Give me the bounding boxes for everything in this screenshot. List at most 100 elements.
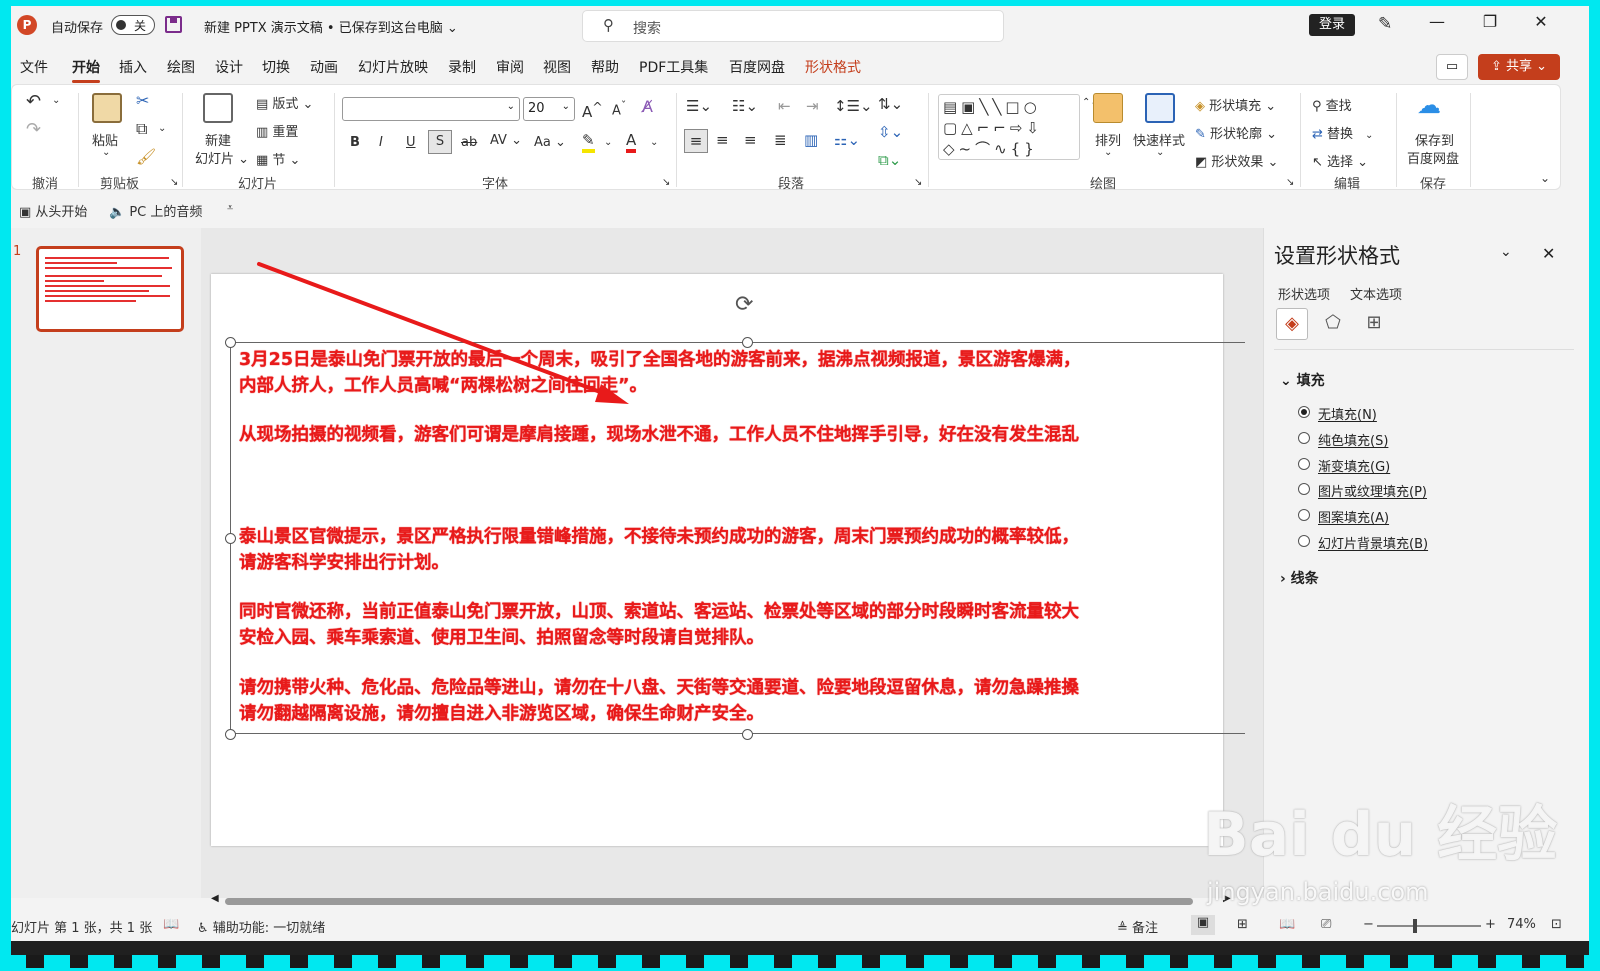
tab-shape-format[interactable]: 形状格式 xyxy=(805,57,861,77)
tab-baidu-netdisk[interactable]: 百度网盘 xyxy=(729,57,785,77)
ribbon-collapse-icon[interactable]: ⌄ xyxy=(1540,171,1550,185)
tab-shape-options[interactable]: 形状选项 xyxy=(1278,284,1330,303)
pane-options-chevron-icon[interactable]: ⌄ xyxy=(1500,244,1512,260)
normal-view-icon[interactable]: ▣ xyxy=(1191,915,1215,935)
highlight-icon[interactable]: ✎ xyxy=(582,131,595,153)
audio-button[interactable]: 🔈 PC 上的音频 xyxy=(109,201,202,220)
restore-button[interactable]: ❐ xyxy=(1467,12,1513,31)
bullets-icon[interactable]: ☰⌄ xyxy=(686,97,712,115)
fill-section-header[interactable]: ⌄ 填充 xyxy=(1280,370,1325,390)
numbering-icon[interactable]: ☷⌄ xyxy=(732,97,758,115)
highlight-dropdown-icon[interactable]: ⌄ xyxy=(604,137,612,148)
shapes-gallery[interactable]: ▤▣╲╲□○ ▢△⌐⌐⇨⇩ ◇~⌒∿{} xyxy=(938,94,1080,160)
spelling-icon[interactable]: 📖 xyxy=(163,917,179,932)
clipboard-launcher-icon[interactable]: ↘ xyxy=(170,177,178,188)
baidu-netdisk-icon[interactable]: ☁ xyxy=(1417,91,1441,119)
section-button[interactable]: ▦ 节 ⌄ xyxy=(256,149,300,168)
tab-pdf-tools[interactable]: PDF工具集 xyxy=(639,57,708,77)
tab-record[interactable]: 录制 xyxy=(448,57,476,77)
change-case-icon[interactable]: Aa ⌄ xyxy=(534,135,566,150)
drawing-launcher-icon[interactable]: ↘ xyxy=(1286,177,1294,188)
justify-icon[interactable]: ≣ xyxy=(774,131,787,149)
line-section-header[interactable]: › 线条 xyxy=(1280,568,1319,588)
pane-close-icon[interactable]: ✕ xyxy=(1542,244,1555,263)
tab-slideshow[interactable]: 幻灯片放映 xyxy=(358,57,428,77)
text-direction-icon[interactable]: ⇅⌄ xyxy=(878,95,903,113)
align-left-icon[interactable]: ≡ xyxy=(684,129,708,153)
slide-text-line[interactable]: 请勿翻越隔离设施，请勿擅自进入非游览区域，确保生命财产安全。 xyxy=(239,701,1249,727)
undo-dropdown-icon[interactable]: ⌄ xyxy=(52,95,60,106)
slide-text-line[interactable]: 内部人挤人，工作人员高喊“两棵松树之间往回走”。 xyxy=(239,373,1249,399)
designer-pen-icon[interactable]: ✎ xyxy=(1378,14,1392,34)
customize-qat-icon[interactable]: ⩡ xyxy=(227,201,233,215)
fill-line-icon[interactable]: ◈ xyxy=(1276,308,1308,340)
save-to-label-1[interactable]: 保存到 xyxy=(1415,130,1454,149)
copy-dropdown-icon[interactable]: ⌄ xyxy=(158,123,166,134)
redo-icon[interactable]: ↷ xyxy=(26,119,41,140)
tab-file[interactable]: 文件 xyxy=(20,57,48,77)
zoom-slider-thumb[interactable] xyxy=(1413,919,1417,933)
char-spacing-icon[interactable]: AV ⌄ xyxy=(490,133,522,148)
slide-sorter-icon[interactable]: ⊞ xyxy=(1237,917,1248,932)
radio-button[interactable] xyxy=(1298,535,1310,547)
underline-icon[interactable]: U xyxy=(406,135,416,150)
zoom-level[interactable]: 74% xyxy=(1507,917,1536,932)
zoom-slider[interactable] xyxy=(1377,919,1481,933)
accessibility-status[interactable]: ♿ 辅助功能: 一切就绪 xyxy=(197,917,325,936)
radio-button[interactable] xyxy=(1298,509,1310,521)
paragraph-launcher-icon[interactable]: ↘ xyxy=(914,177,922,188)
shape-effects-button[interactable]: ◩ 形状效果 ⌄ xyxy=(1195,151,1278,170)
radio-button[interactable] xyxy=(1298,458,1310,470)
paste-icon[interactable] xyxy=(92,93,122,123)
scroll-left-icon[interactable]: ◀ xyxy=(211,893,219,904)
undo-icon[interactable]: ↶ xyxy=(26,91,41,112)
login-button[interactable]: 登录 xyxy=(1309,14,1355,36)
slideshow-view-icon[interactable]: ⎚ xyxy=(1321,917,1331,932)
scrollbar-thumb[interactable] xyxy=(225,898,1193,905)
font-launcher-icon[interactable]: ↘ xyxy=(662,177,670,188)
slide-text-line[interactable]: 安检入园、乘车乘索道、使用卫生间、拍照留念等时段请自觉排队。 xyxy=(239,625,1249,651)
resize-handle[interactable] xyxy=(742,729,753,740)
notes-button[interactable]: ≜ 备注 xyxy=(1117,917,1158,936)
format-painter-icon[interactable]: 🖌 xyxy=(136,147,156,166)
copy-icon[interactable]: ⧉ xyxy=(136,119,147,139)
increase-indent-icon[interactable]: ⇥ xyxy=(806,97,819,115)
slide-text-line[interactable]: 同时官微还称，当前正值泰山免门票开放，山顶、索道站、客运站、检票处等区域的部分时… xyxy=(239,599,1249,625)
tab-transitions[interactable]: 切换 xyxy=(262,57,290,77)
autosave-toggle[interactable]: 关 xyxy=(111,15,155,35)
shape-outline-button[interactable]: ✎ 形状轮廓 ⌄ xyxy=(1195,123,1277,142)
arrange-icon[interactable] xyxy=(1093,93,1123,123)
paste-dropdown-icon[interactable]: ⌄ xyxy=(102,147,110,158)
comments-button[interactable]: ▭ xyxy=(1436,54,1468,80)
horizontal-scrollbar[interactable]: ◀ ▶ xyxy=(211,893,1235,906)
select-button[interactable]: ↖ 选择 ⌄ xyxy=(1312,151,1368,170)
from-start-button[interactable]: ▣ 从头开始 xyxy=(19,201,87,220)
tab-review[interactable]: 审阅 xyxy=(496,57,524,77)
slide-text-line[interactable]: 请游客科学安排出行计划。 xyxy=(239,550,1249,576)
clear-formatting-icon[interactable]: A̸ xyxy=(642,97,653,116)
quick-styles-icon[interactable] xyxy=(1145,93,1175,123)
find-button[interactable]: ⚲ 查找 xyxy=(1312,95,1352,114)
slide-text-line[interactable]: 泰山景区官微提示，景区严格执行限量错峰措施，不接待未预约成功的游客，周末门票预约… xyxy=(239,524,1249,550)
tab-home[interactable]: 开始 xyxy=(72,57,100,83)
shrink-font-icon[interactable]: Aˇ xyxy=(612,99,626,118)
strikethrough-icon[interactable]: ab xyxy=(461,135,477,150)
textbox-shape-icon[interactable]: ▤▣╲╲□○ xyxy=(943,98,1041,116)
font-color-icon[interactable]: A xyxy=(626,131,637,153)
tab-animations[interactable]: 动画 xyxy=(310,57,338,77)
tab-design[interactable]: 设计 xyxy=(215,57,243,77)
align-center-icon[interactable]: ≡ xyxy=(716,131,729,149)
new-slide-label-1[interactable]: 新建 xyxy=(205,130,231,149)
new-slide-label-2[interactable]: 幻灯片 ⌄ xyxy=(195,148,249,167)
arrange-dropdown-icon[interactable]: ⌄ xyxy=(1104,147,1112,158)
reset-button[interactable]: ▥ 重置 xyxy=(256,121,298,140)
slide-text-line[interactable]: 请勿携带火种、危化品、危险品等进山，请勿在十八盘、天街等交通要道、险要地段逗留休… xyxy=(239,675,1249,701)
grow-font-icon[interactable]: A^ xyxy=(582,99,603,121)
align-right-icon[interactable]: ≡ xyxy=(744,131,757,149)
line-spacing-icon[interactable]: ↕☰⌄ xyxy=(834,97,873,115)
share-button[interactable]: ⇪ 共享 ⌄ xyxy=(1478,54,1560,80)
columns-icon[interactable]: ⚏⌄ xyxy=(834,131,860,149)
tab-text-options[interactable]: 文本选项 xyxy=(1350,284,1402,303)
align-text-icon[interactable]: ⇳⌄ xyxy=(878,123,903,141)
zoom-in-icon[interactable]: + xyxy=(1485,917,1496,932)
